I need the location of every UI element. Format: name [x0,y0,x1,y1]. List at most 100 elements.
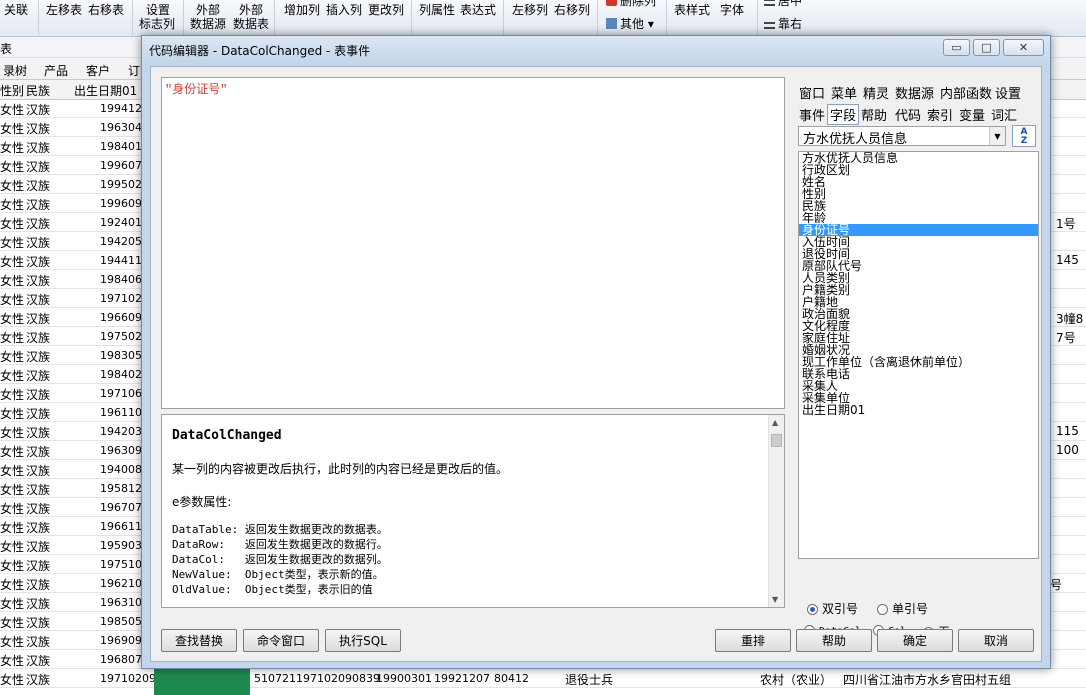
tab-fields[interactable]: 字段 [827,104,860,125]
scroll-thumb[interactable] [771,434,782,447]
execute-sql-button[interactable]: 执行SQL [325,629,401,652]
command-window-button[interactable]: 命令窗口 [243,629,319,652]
table-cell-sex[interactable]: 女性 [0,310,24,327]
cell-address[interactable]: 四川省江油市方水乡官田村五组 [843,671,1011,688]
dialog-titlebar[interactable]: 代码编辑器 - DataColChanged - 表事件 ▭ □ ✕ [142,36,1050,63]
table-cell-sex[interactable]: 女性 [0,500,24,517]
tab-variables[interactable]: 变量 [957,105,987,124]
table-cell-nation[interactable]: 汉族 [26,481,50,498]
highlighted-cell[interactable] [154,688,250,695]
close-button[interactable]: ✕ [1003,39,1044,56]
table-cell-nation[interactable]: 汉族 [26,158,50,175]
field-list-item[interactable]: 方水优抚人员信息 [799,152,1038,164]
table-cell-nation[interactable]: 汉族 [26,215,50,232]
ribbon-external-2[interactable]: 外部 [239,3,263,18]
table-cell-nation[interactable]: 汉族 [26,519,50,536]
field-list-item[interactable]: 联系电话 [799,368,1038,380]
nav-tab-customer[interactable]: 客户 [86,62,110,79]
code-editor-content[interactable]: "身份证号" [165,80,227,97]
ribbon-datasource[interactable]: 数据源 [190,17,226,32]
table-cell-sex[interactable]: 女性 [0,424,24,441]
table-cell-sex[interactable]: 女性 [0,633,24,650]
table-cell-nation[interactable]: 汉族 [26,462,50,479]
table-cell-sex[interactable]: 女性 [0,139,24,156]
side-cell-text[interactable]: 145 [1056,253,1079,267]
table-cell-sex[interactable]: 女性 [0,481,24,498]
table-cell-sex[interactable]: 女性 [0,386,24,403]
cell-retire[interactable]: 19921207 [434,672,490,685]
table-cell-nation[interactable]: 汉族 [26,614,50,631]
ribbon-other[interactable]: 其他 ▾ [606,17,654,32]
find-replace-button[interactable]: 查找替换 [161,629,237,652]
cell-hukou[interactable]: 农村（农业） [760,671,832,688]
side-cell-text[interactable]: 100 [1056,443,1079,457]
ribbon-move-column-right[interactable]: 右移列 [554,3,590,18]
table-cell-sex[interactable]: 女性 [0,215,24,232]
table-cell-nation[interactable]: 汉族 [26,272,50,289]
field-list-item[interactable]: 性别 [799,188,1038,200]
table-cell-nation[interactable]: 汉族 [26,500,50,517]
tab-datasource[interactable]: 数据源 [893,83,936,102]
help-button[interactable]: 帮助 [796,629,872,652]
ribbon-settings-1[interactable]: 设置 [146,3,170,18]
table-cell-nation[interactable]: 汉族 [26,348,50,365]
nav-tab-record-tree[interactable]: 录树 [3,62,27,79]
ribbon-font[interactable]: 字体 [720,3,744,18]
table-cell-sex[interactable]: 女性 [0,348,24,365]
code-editor[interactable]: "身份证号" [161,77,785,409]
tab-help[interactable]: 帮助 [859,105,889,124]
radio-double-quote[interactable]: 双引号 [807,600,858,617]
table-cell-nation[interactable]: 汉族 [26,177,50,194]
table-cell-nation[interactable]: 汉族 [26,120,50,137]
field-list-item[interactable]: 采集单位 [799,392,1038,404]
table-cell-sex[interactable]: 女性 [0,101,24,118]
table-cell-sex[interactable]: 女性 [0,443,24,460]
radio-single-quote[interactable]: 单引号 [877,600,928,617]
ribbon-relate[interactable]: 关联 [4,3,28,18]
ribbon-change-column[interactable]: 更改列 [368,3,404,18]
table-cell-nation[interactable]: 汉族 [26,652,50,669]
table-cell-nation[interactable]: 汉族 [26,386,50,403]
ribbon-add-column[interactable]: 增加列 [284,3,320,18]
table-cell-nation[interactable]: 汉族 [26,405,50,422]
tab-internal-functions[interactable]: 内部函数 [938,83,994,102]
table-cell-sex[interactable]: 女性 [0,196,24,213]
ribbon-table-style[interactable]: 表样式 [674,3,710,18]
cell-birth[interactable]: 19710209 [100,672,156,685]
table-cell-sex[interactable]: 女性 [0,519,24,536]
field-list-item[interactable]: 户籍地 [799,296,1038,308]
field-list-item[interactable]: 出生日期01 [799,404,1038,416]
table-cell-sex[interactable]: 女性 [0,367,24,384]
cell-sex[interactable]: 女性 [0,671,24,688]
table-cell-sex[interactable]: 女性 [0,538,24,555]
table-cell-sex[interactable]: 女性 [0,234,24,251]
tab-menu[interactable]: 菜单 [829,83,859,102]
table-cell-nation[interactable]: 汉族 [26,234,50,251]
field-list-item[interactable]: 行政区划 [799,164,1038,176]
tab-settings[interactable]: 设置 [993,83,1023,102]
field-list-item[interactable]: 人员类别 [799,272,1038,284]
tab-window[interactable]: 窗口 [797,83,827,102]
ribbon-align-center[interactable]: 居中 [764,0,802,9]
ribbon-datatable[interactable]: 数据表 [233,17,269,32]
cell-nation[interactable]: 汉族 [26,671,50,688]
table-cell-nation[interactable]: 汉族 [26,253,50,270]
ribbon-align-right[interactable]: 靠右 [764,17,802,32]
column-header-sex[interactable]: 性别 [0,82,24,99]
field-list[interactable]: 方水优抚人员信息 行政区划 姓名 性别 民族 年龄 身份证号 入伍时间 退役时间 原部队代号 人员类… [798,151,1039,559]
maximize-button[interactable]: □ [973,39,1000,56]
side-cell-text[interactable]: 号 [1050,576,1062,593]
cell-enlist[interactable]: 19900301 [376,672,432,685]
field-list-item[interactable]: 婚姻状况 [799,344,1038,356]
scroll-up-icon[interactable]: ▲ [772,418,778,427]
tab-vocabulary[interactable]: 词汇 [989,105,1019,124]
table-cell-nation[interactable]: 汉族 [26,576,50,593]
field-list-item[interactable]: 文化程度 [799,320,1038,332]
field-list-item[interactable]: 民族 [799,200,1038,212]
ribbon-insert-column[interactable]: 插入列 [326,3,362,18]
chevron-down-icon[interactable]: ▼ [989,127,1005,145]
cancel-button[interactable]: 取消 [958,629,1034,652]
table-cell-sex[interactable]: 女性 [0,158,24,175]
strip-item[interactable]: 表 [0,40,12,57]
ribbon-column-property[interactable]: 列属性 [419,3,455,18]
